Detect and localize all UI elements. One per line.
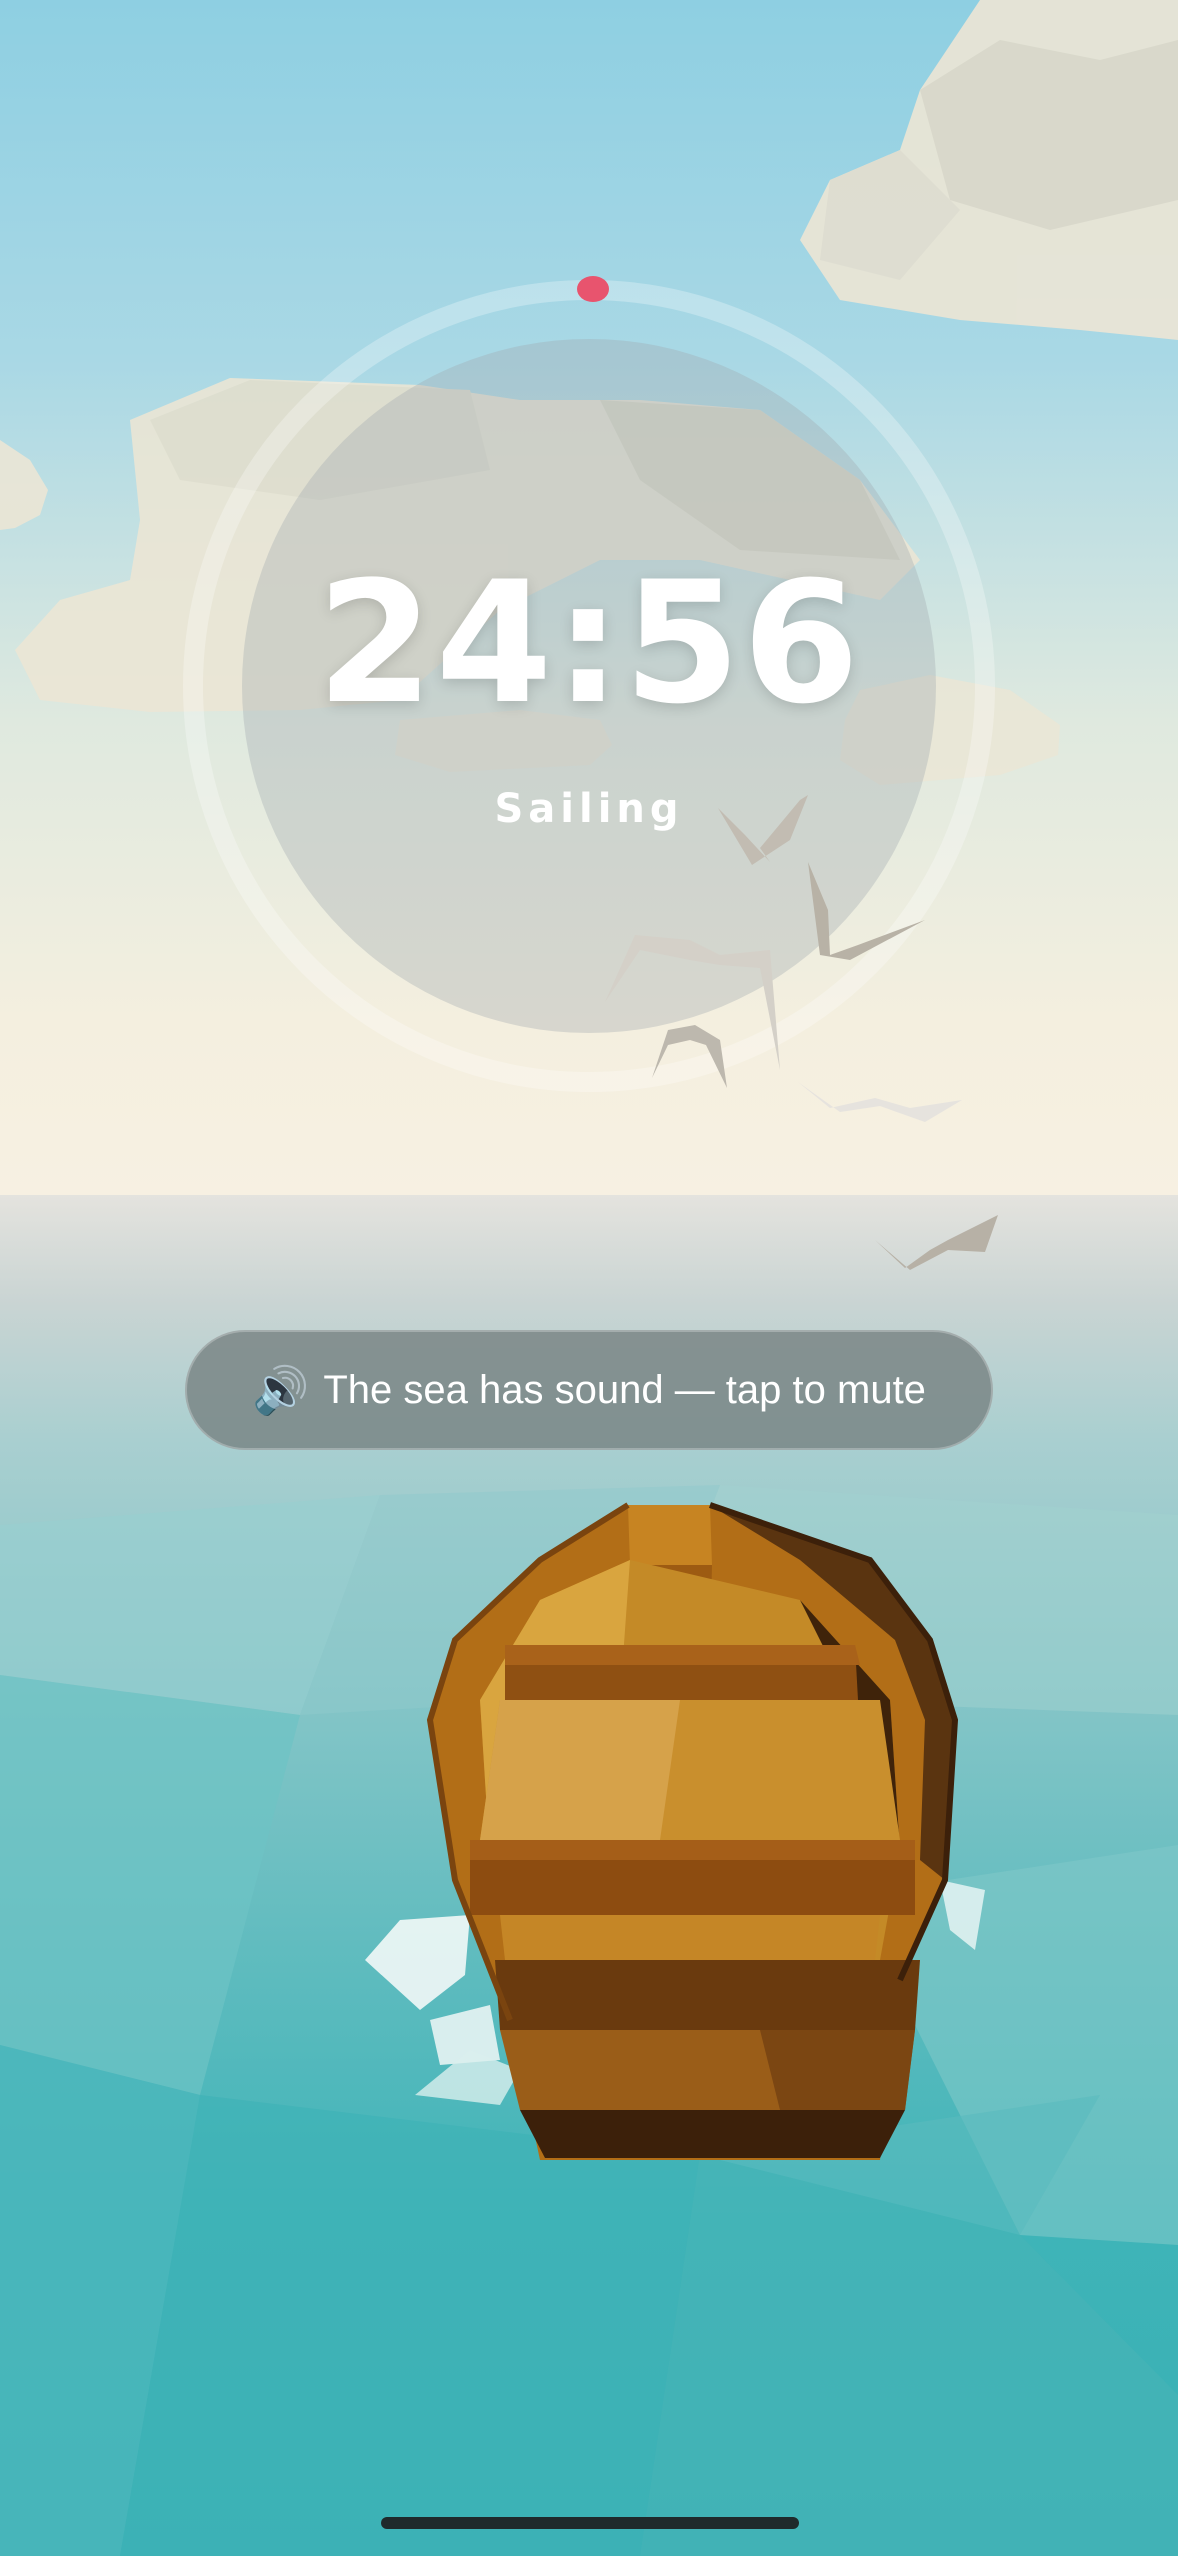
wake-foam — [940, 1880, 985, 1950]
game-scene[interactable]: 24:56 Sailing 🔊 The sea has sound — tap … — [0, 0, 1178, 2556]
home-indicator[interactable] — [381, 2517, 799, 2529]
wake-foam — [365, 1915, 470, 2010]
speaker-icon: 🔊 — [252, 1362, 310, 1417]
sound-toast[interactable]: 🔊 The sea has sound — tap to mute — [185, 1330, 993, 1450]
sound-toast-text: The sea has sound — tap to mute — [323, 1367, 926, 1412]
wake-foam — [415, 2050, 520, 2105]
rowboat[interactable] — [0, 0, 1178, 2556]
